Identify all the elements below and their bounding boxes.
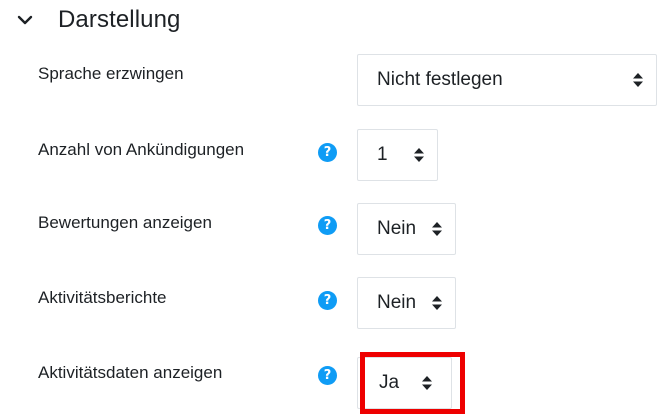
select-value: Nein	[377, 292, 417, 313]
sort-arrows-icon	[633, 73, 643, 87]
help-icon[interactable]: ?	[318, 366, 337, 385]
chevron-down-icon[interactable]	[14, 9, 36, 31]
select-anzahl-ankuendigungen[interactable]: 1	[357, 129, 438, 181]
label-anzahl-ankuendigungen: Anzahl von Ankündigungen	[38, 140, 245, 159]
select-bewertungen-anzeigen[interactable]: Nein	[357, 203, 456, 255]
select-value: Nicht festlegen	[377, 69, 503, 90]
label-sprache-erzwingen: Sprache erzwingen	[38, 64, 184, 83]
help-icon[interactable]: ?	[318, 291, 337, 310]
select-value: 1	[377, 144, 388, 165]
sort-arrows-icon	[432, 296, 442, 310]
sort-arrows-icon	[414, 148, 424, 162]
label-aktivitaetsdaten-anzeigen: Aktivitätsdaten anzeigen	[38, 363, 223, 382]
label-aktivitaetsberichte: Aktivitätsberichte	[38, 288, 167, 307]
section-title: Darstellung	[58, 6, 181, 33]
select-value: Nein	[377, 218, 417, 239]
sort-arrows-icon	[432, 222, 442, 236]
label-bewertungen-anzeigen: Bewertungen anzeigen	[38, 213, 212, 232]
select-aktivitaetsdaten-anzeigen[interactable]: Ja	[357, 357, 452, 409]
section-header-darstellung[interactable]: Darstellung	[14, 2, 181, 38]
select-value: Ja	[379, 372, 400, 393]
select-aktivitaetsberichte[interactable]: Nein	[357, 277, 456, 329]
help-icon[interactable]: ?	[318, 216, 337, 235]
help-icon[interactable]: ?	[318, 143, 337, 162]
select-sprache-erzwingen[interactable]: Nicht festlegen	[357, 54, 657, 106]
sort-arrows-icon	[422, 376, 432, 390]
